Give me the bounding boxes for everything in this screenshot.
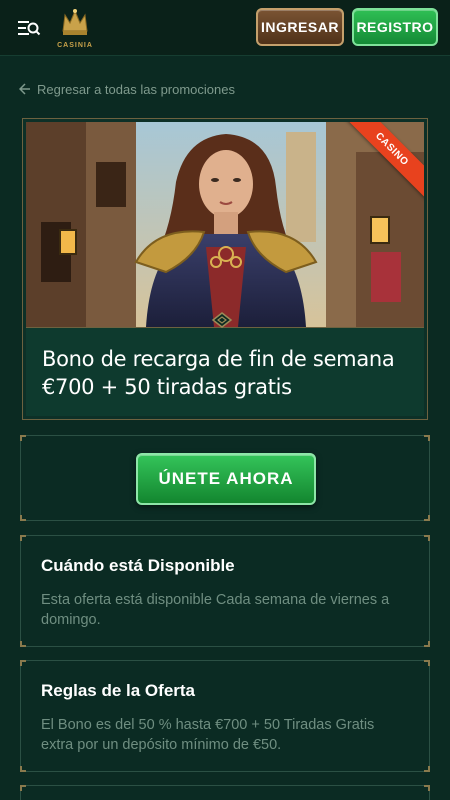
register-button[interactable]: REGISTRO: [352, 8, 438, 46]
offer-rules-title: Reglas de la Oferta: [41, 681, 196, 700]
promo-title-line-1: Bono de recarga de fin de semana: [42, 347, 395, 371]
availability-title: Cuándo está Disponible: [41, 556, 235, 575]
back-link-label: Regresar a todas las promociones: [37, 81, 235, 97]
promo-card[interactable]: CASINO Bono de recarga de fin de semana …: [22, 118, 428, 420]
promo-title-box: Bono de recarga de fin de semana €700 + …: [26, 327, 424, 416]
casinia-logo[interactable]: CASINIA: [55, 7, 95, 49]
corner-ornament: [424, 660, 430, 666]
corner-ornament: [20, 515, 26, 521]
corner-ornament: [20, 641, 26, 647]
corner-ornament: [424, 435, 430, 441]
diamond-ornament-icon: [211, 312, 233, 328]
corner-ornament: [20, 660, 26, 666]
corner-ornament: [20, 785, 26, 791]
corner-ornament: [20, 766, 26, 772]
offer-rules-text: El Bono es del 50 % hasta €700 + 50 Tira…: [41, 717, 375, 753]
corner-ornament: [20, 435, 26, 441]
corner-ornament: [424, 766, 430, 772]
availability-text: Esta oferta está disponible Cada semana …: [41, 592, 390, 628]
corner-ornament: [424, 535, 430, 541]
top-bar: CASINIA INGRESAR REGISTRO: [0, 0, 450, 56]
promo-title-line-2: €700 + 50 tiradas gratis: [42, 375, 292, 399]
corner-ornament: [424, 785, 430, 791]
availability-section: Cuándo está Disponible Esta oferta está …: [20, 535, 430, 647]
corner-ornament: [20, 535, 26, 541]
cta-section: ÚNETE AHORA: [20, 435, 430, 521]
corner-ornament: [424, 641, 430, 647]
arrow-left-icon: [19, 83, 30, 95]
join-now-button[interactable]: ÚNETE AHORA: [136, 453, 316, 505]
menu-search-icon[interactable]: [17, 17, 41, 39]
promo-hero-image: CASINO: [26, 122, 424, 327]
logo-text: CASINIA: [57, 42, 93, 49]
next-section-partial: [20, 785, 430, 800]
crown-icon: [62, 9, 88, 35]
offer-rules-section: Reglas de la Oferta El Bono es del 50 % …: [20, 660, 430, 772]
corner-ornament: [424, 515, 430, 521]
login-button[interactable]: INGRESAR: [256, 8, 344, 46]
back-to-promotions-link[interactable]: Regresar a todas las promociones: [19, 79, 235, 99]
